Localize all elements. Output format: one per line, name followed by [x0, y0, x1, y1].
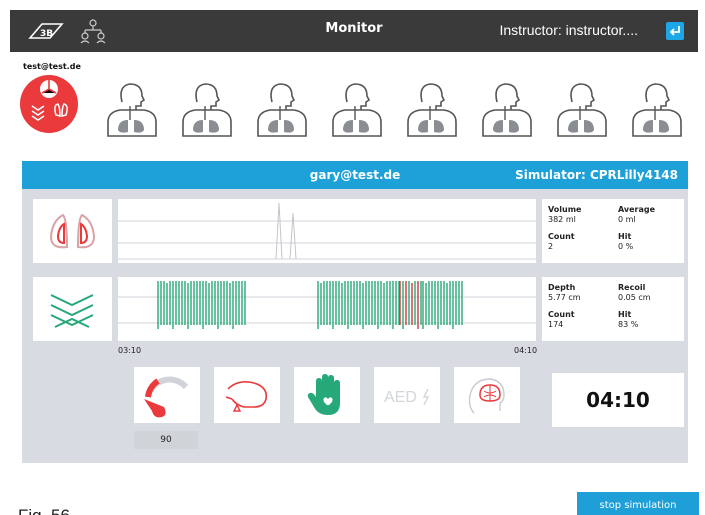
simulator-slot[interactable]	[325, 76, 387, 140]
compression-stats: Depth 5.77 cm Recoil 0.05 cm Count 174 H…	[542, 277, 684, 341]
compression-count-label: Count	[548, 310, 575, 319]
hand-position-card[interactable]	[294, 367, 360, 423]
top-bar: 3B Monitor Instructor: instructor....	[10, 10, 698, 52]
return-icon	[669, 26, 680, 36]
depth-label: Depth	[548, 283, 576, 292]
brain-icon	[468, 378, 505, 414]
instructor-label: Instructor: instructor....	[499, 22, 639, 38]
ventilation-graph	[118, 199, 536, 263]
manikin-icon	[257, 83, 307, 137]
time-start: 03:10	[118, 346, 142, 355]
time-end: 04:10	[514, 346, 538, 355]
manikin-icon	[557, 83, 607, 137]
active-user-email: test@test.de	[23, 62, 81, 71]
consciousness-card[interactable]	[454, 367, 520, 423]
panel-simulator: Simulator: CPRLilly4148	[515, 168, 678, 182]
ventilation-hit-value: 0 %	[618, 242, 634, 251]
compression-graph	[118, 277, 536, 341]
ventilation-count-value: 2	[548, 242, 554, 251]
trainee-status-icon	[31, 80, 68, 121]
manikin-icon	[182, 83, 232, 137]
head-tilt-icon	[225, 381, 268, 412]
compression-count-value: 174	[548, 320, 564, 329]
simulator-slot[interactable]	[625, 76, 687, 140]
compression-hit-value: 83 %	[618, 320, 639, 329]
lungs-card	[33, 199, 112, 263]
aed-card[interactable]: AED	[374, 367, 440, 423]
lungs-icon	[49, 213, 96, 249]
active-simulator-avatar[interactable]	[20, 75, 78, 133]
average-value: 0 ml	[618, 215, 636, 224]
manikin-icon	[482, 83, 532, 137]
simulator-slot[interactable]	[250, 76, 312, 140]
manikin-icon	[332, 83, 382, 137]
average-label: Average	[618, 205, 656, 214]
manikin-icon	[632, 83, 682, 137]
simulator-slot[interactable]	[550, 76, 612, 140]
aed-icon: AED	[384, 388, 430, 406]
enter-button[interactable]	[666, 22, 684, 40]
figure-caption: Fig. 56	[18, 506, 70, 515]
recoil-label: Recoil	[618, 283, 646, 292]
compression-card	[33, 277, 112, 341]
session-timer: 04:10	[552, 373, 684, 427]
trainee-panel: gary@test.de Simulator: CPRLilly4148 Vol…	[22, 161, 688, 463]
compression-icon	[50, 294, 94, 328]
ventilation-count-label: Count	[548, 232, 575, 241]
recoil-value: 0.05 cm	[618, 293, 651, 302]
volume-value: 382 ml	[548, 215, 576, 224]
compression-hit-label: Hit	[618, 310, 632, 319]
depth-value: 5.77 cm	[548, 293, 581, 302]
simulator-slot[interactable]	[475, 76, 537, 140]
aed-label: AED	[384, 389, 417, 406]
ventilation-stats: Volume 382 ml Average 0 ml Count 2 Hit 0…	[542, 199, 684, 263]
stop-simulation-button[interactable]: stop simulation	[577, 492, 699, 515]
monitor-screen: 3B Monitor Instructor: instructor.... te…	[10, 10, 699, 515]
heart-rate-value: 90	[134, 431, 198, 449]
simulator-slot[interactable]	[400, 76, 462, 140]
hand-icon	[307, 374, 340, 415]
gauge-icon	[144, 376, 189, 418]
volume-label: Volume	[548, 205, 582, 214]
airway-card[interactable]	[214, 367, 280, 423]
manikin-icon	[107, 83, 157, 137]
manikin-icon	[407, 83, 457, 137]
panel-header: gary@test.de Simulator: CPRLilly4148	[22, 161, 688, 189]
simulator-slot[interactable]	[175, 76, 237, 140]
heart-rate-card[interactable]	[134, 367, 200, 423]
simulator-slot[interactable]	[100, 76, 162, 140]
ventilation-hit-label: Hit	[618, 232, 632, 241]
ventilation-waveform	[118, 202, 536, 260]
compression-waveform	[118, 281, 536, 329]
